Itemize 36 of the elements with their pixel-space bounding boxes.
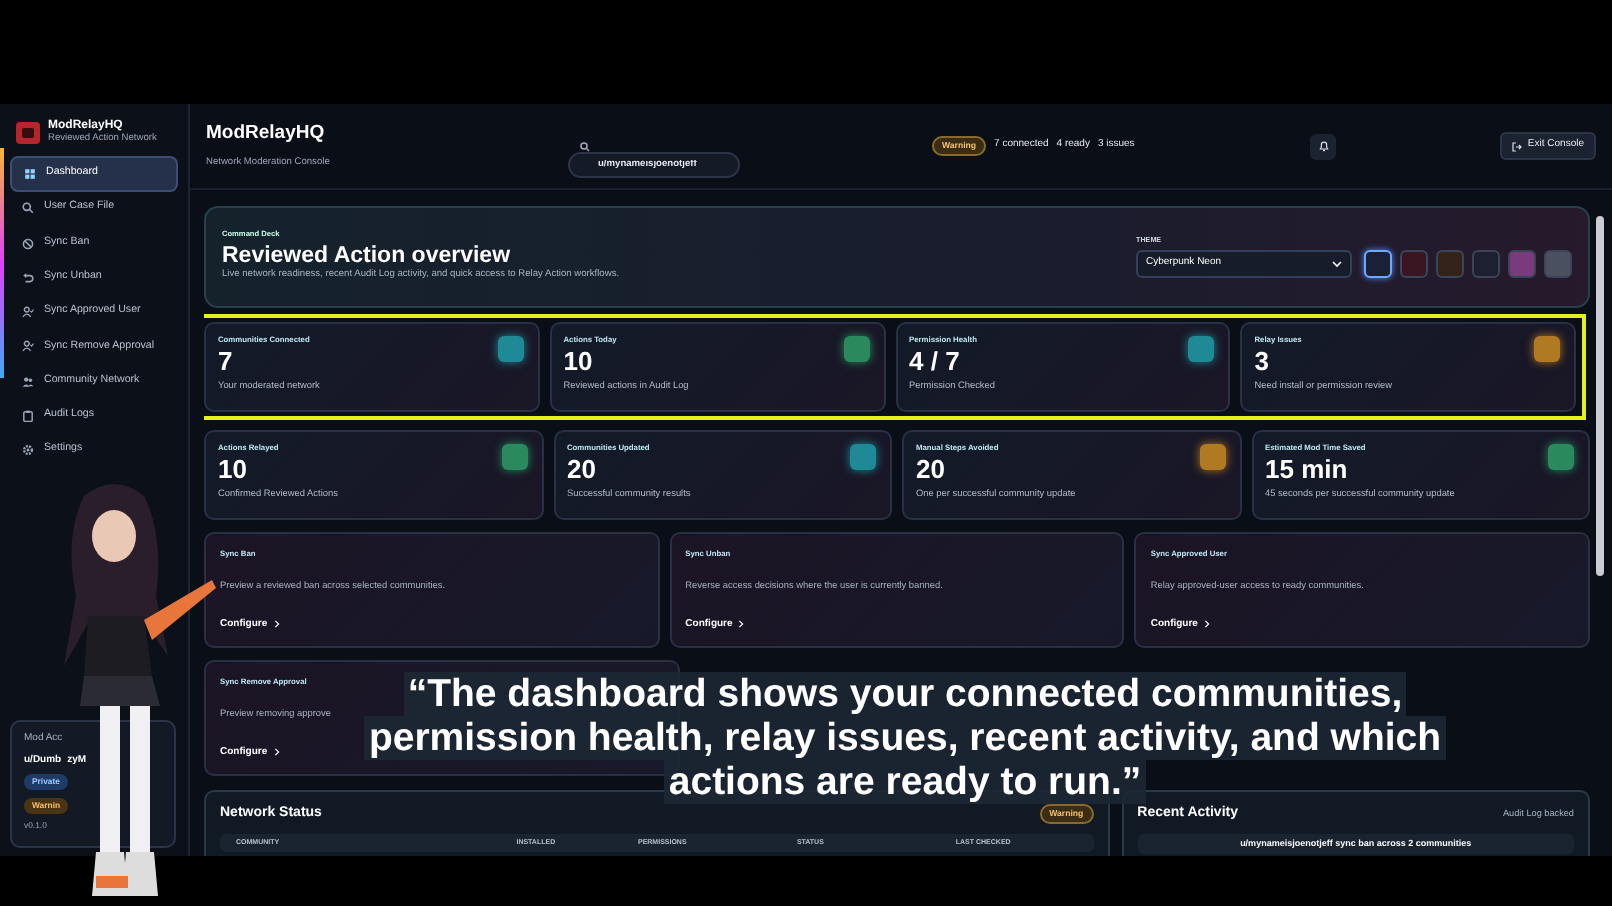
exit-icon	[1511, 141, 1522, 151]
stat-value: 15 min	[1265, 453, 1350, 487]
theme-swatch[interactable]	[1436, 249, 1464, 278]
hero-title: Reviewed Action overview	[222, 241, 513, 269]
logo-icon	[16, 121, 40, 144]
theme-swatch[interactable]	[1472, 249, 1500, 278]
bell-icon	[1317, 140, 1330, 152]
page-title: ModRelayHQ	[206, 122, 327, 146]
clipboard-icon	[22, 410, 34, 423]
grid-icon	[24, 167, 36, 180]
stat-value: 10	[563, 345, 595, 379]
stat-value: 20	[567, 453, 598, 487]
user-check-icon	[22, 340, 34, 353]
chevron-icon	[273, 748, 280, 757]
theme-swatch[interactable]	[1400, 249, 1428, 278]
undo-arrow-icon	[22, 271, 34, 284]
chevron-icon	[273, 620, 280, 629]
stat-value: 20	[916, 453, 947, 487]
theme-swatch[interactable]	[1508, 249, 1536, 278]
scrollbar-thumb[interactable]	[1596, 216, 1604, 576]
search-icon	[580, 141, 590, 151]
caret-icon	[1332, 259, 1342, 268]
ban-icon	[22, 237, 34, 250]
search-icon	[22, 202, 34, 215]
gear-icon	[22, 444, 34, 457]
chevron-icon	[738, 620, 745, 629]
chevron-icon	[1203, 620, 1210, 629]
notifications-button[interactable]	[1310, 133, 1337, 159]
stat-value: 3	[1254, 345, 1271, 379]
user-check-icon	[22, 306, 34, 319]
theme-swatch[interactable]	[1364, 249, 1392, 278]
stat-value: 7	[218, 345, 235, 379]
theme-swatch[interactable]	[1544, 249, 1572, 278]
stat-value: 4 / 7	[909, 345, 962, 379]
stat-value: 10	[218, 453, 249, 487]
people-icon	[22, 375, 34, 388]
